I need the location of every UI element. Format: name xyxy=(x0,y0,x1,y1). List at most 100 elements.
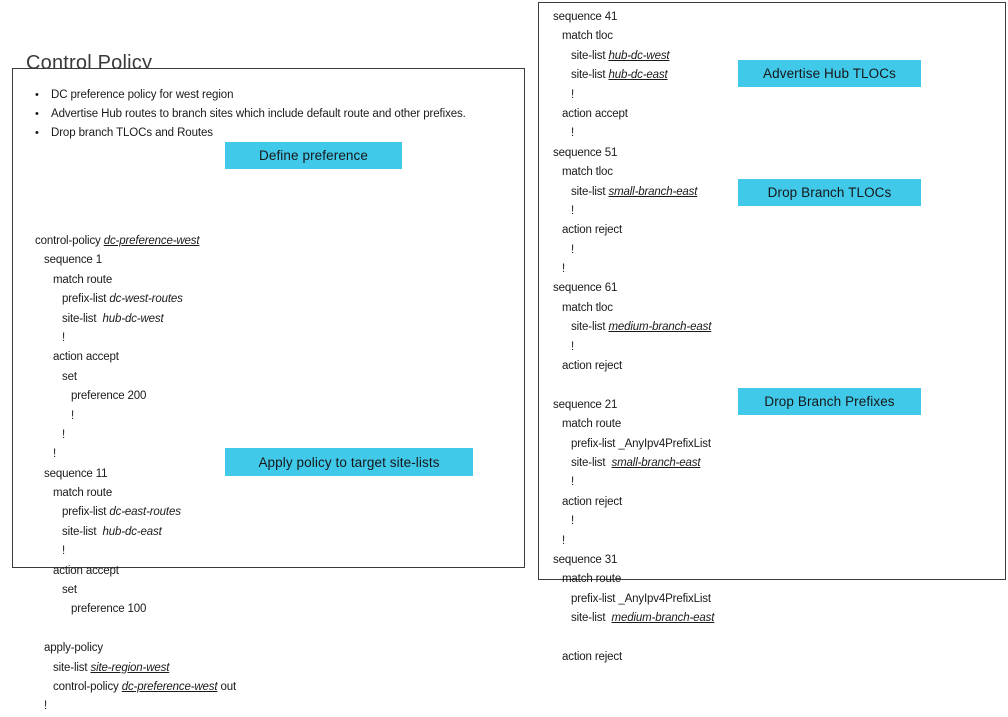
bullet-list: • DC preference policy for west region • Ad… xyxy=(35,87,515,144)
code-token: match route xyxy=(562,418,622,431)
code-token: site-list xyxy=(571,321,609,334)
code-token: site-list xyxy=(571,49,609,62)
code-line: preference 200 xyxy=(35,387,236,406)
code-line: ! xyxy=(553,260,714,279)
code-token: set xyxy=(62,584,77,597)
code-token: set xyxy=(62,370,77,383)
code-token: dc-west-routes xyxy=(109,293,183,306)
code-token: ! xyxy=(562,263,566,276)
code-line: action reject xyxy=(553,648,714,667)
code-line: prefix-list _AnyIpv4PrefixList xyxy=(553,435,714,454)
code-token: site-list xyxy=(53,661,91,674)
code-line: site-list hub-dc-east xyxy=(553,66,714,85)
code-line: control-policy dc-preference-west xyxy=(35,232,236,251)
code-token: sequence 61 xyxy=(553,282,618,295)
code-token: sequence 21 xyxy=(553,398,618,411)
code-line: action accept xyxy=(35,562,236,581)
bullet-text: Advertise Hub routes to branch sites whi… xyxy=(51,108,466,120)
code-token: prefix-list _AnyIpv4PrefixList xyxy=(571,592,711,605)
code-token: sequence 41 xyxy=(553,11,618,23)
code-line: apply-policy xyxy=(35,639,236,658)
code-token: hub-dc-west xyxy=(608,49,670,62)
code-token: match tloc xyxy=(562,301,613,314)
code-line: prefix-list dc-east-routes xyxy=(35,503,236,522)
code-line: action reject xyxy=(553,221,714,240)
code-token: site-list xyxy=(571,185,609,198)
code-line: action accept xyxy=(35,348,236,367)
code-token: control-policy xyxy=(35,235,104,247)
code-line: sequence 21 xyxy=(553,396,714,415)
code-line: ! xyxy=(553,473,714,492)
code-line: match tloc xyxy=(553,27,714,46)
code-token: apply-policy xyxy=(44,642,103,655)
code-line: ! xyxy=(553,241,714,260)
code-token: prefix-list xyxy=(62,293,110,306)
callout-drop-branch-tlocs: Drop Branch TLOCs xyxy=(738,179,921,206)
code-line: ! xyxy=(553,86,714,105)
code-line: site-list small-branch-east xyxy=(553,183,714,202)
code-token: ! xyxy=(571,127,575,140)
code-token: small-branch-east xyxy=(608,185,698,198)
code-line: ! xyxy=(35,329,236,348)
callout-drop-branch-prefixes: Drop Branch Prefixes xyxy=(738,388,921,415)
code-token: preference 200 xyxy=(71,390,147,403)
code-token: sequence 51 xyxy=(553,146,618,159)
code-line: ! xyxy=(553,532,714,551)
code-token: ! xyxy=(62,545,66,558)
callout-apply-policy: Apply policy to target site-lists xyxy=(225,448,473,476)
code-token: medium-branch-east xyxy=(608,321,712,334)
code-line: site-list medium-branch-east xyxy=(553,318,714,337)
code-token: ! xyxy=(571,476,575,489)
code-token: action reject xyxy=(562,495,623,508)
right-policy-panel: sequence 41 match tloc site-list hub-dc-we… xyxy=(538,2,1006,663)
code-line: action reject xyxy=(553,357,714,376)
code-token: site-list xyxy=(571,69,609,82)
right-policy-code-block: sequence 41 match tloc site-list hub-dc-we… xyxy=(553,8,714,667)
code-line: prefix-list _AnyIpv4PrefixList xyxy=(553,590,714,609)
code-token: prefix-list xyxy=(62,506,110,519)
code-line: action accept xyxy=(553,105,714,124)
code-token: hub-dc-east xyxy=(102,525,162,538)
code-token: action accept xyxy=(562,107,628,120)
code-line: set xyxy=(35,368,236,387)
code-line: site-list hub-dc-west xyxy=(35,310,236,329)
code-line: ! xyxy=(35,407,236,426)
code-line: match tloc xyxy=(553,299,714,318)
callout-define-preference: Define preference xyxy=(225,142,402,169)
bullet-item: • DC preference policy for west region xyxy=(35,87,515,104)
bullet-dot-icon: • xyxy=(35,89,39,101)
code-token: site-list xyxy=(571,612,612,625)
code-token: action reject xyxy=(562,360,623,373)
code-token: hub-dc-east xyxy=(608,69,668,82)
code-line: set xyxy=(35,581,236,600)
code-token: ! xyxy=(53,448,57,461)
code-line: ! xyxy=(553,512,714,531)
code-line: match route xyxy=(35,484,236,503)
code-token: match route xyxy=(562,573,622,586)
bullet-dot-icon: • xyxy=(35,108,39,120)
code-line: ! xyxy=(553,124,714,143)
code-token: ! xyxy=(571,204,575,217)
code-line: site-list site-region-west xyxy=(35,659,236,678)
code-token: match tloc xyxy=(562,166,613,179)
code-token: ! xyxy=(571,340,575,353)
code-token: site-list xyxy=(62,525,103,538)
code-line: sequence 1 xyxy=(35,251,236,270)
code-line: sequence 61 xyxy=(553,279,714,298)
code-token: site-list xyxy=(571,456,612,469)
code-token: ! xyxy=(71,409,75,422)
bullet-item: • Advertise Hub routes to branch sites wh… xyxy=(35,106,515,123)
code-line: ! xyxy=(553,338,714,357)
left-policy-code-block: control-policy dc-preference-west sequenc… xyxy=(35,232,236,717)
code-line: sequence 11 xyxy=(35,465,236,484)
code-token: medium-branch-east xyxy=(611,612,715,625)
code-token: site-list xyxy=(62,312,103,325)
code-line: site-list medium-branch-east xyxy=(553,609,714,628)
code-token: ! xyxy=(62,331,66,344)
code-token: action accept xyxy=(53,564,119,577)
code-line: match route xyxy=(553,570,714,589)
code-line: match route xyxy=(35,271,236,290)
bullet-item: • Drop branch TLOCs and Routes xyxy=(35,125,515,142)
code-line: ! xyxy=(35,426,236,445)
